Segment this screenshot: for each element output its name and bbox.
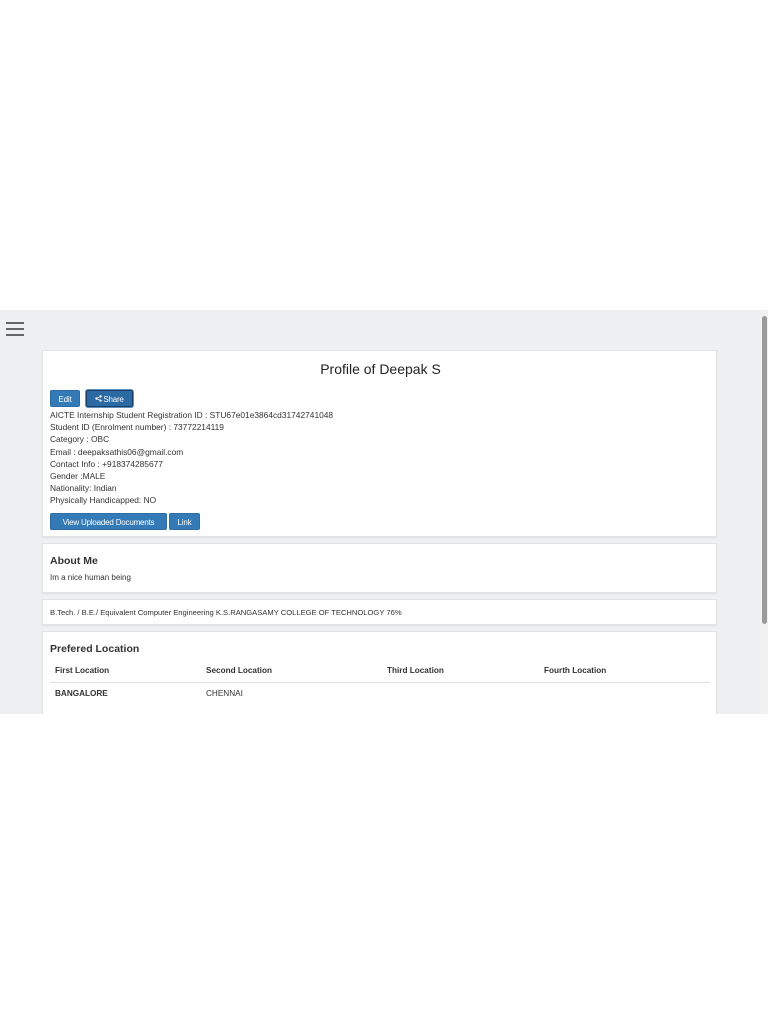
email: Email : deepaksathis06@gmail.com	[50, 446, 184, 457]
first-location-value: BANGALORE	[55, 689, 108, 698]
location-table: First Location Second Location Third Loc…	[50, 662, 710, 703]
education-text: B.Tech. / B.E./ Equivalent Computer Engi…	[50, 608, 402, 617]
view-uploaded-documents-button[interactable]: View Uploaded Documents	[50, 513, 167, 530]
table-header-row: First Location Second Location Third Loc…	[50, 662, 710, 683]
page-title: Profile of Deepak S	[320, 361, 441, 377]
share-label: Share	[103, 395, 124, 404]
preferred-location-title: Prefered Location	[50, 643, 140, 655]
about-title: About Me	[50, 555, 98, 567]
page-viewport: Profile of Deepak S Edit Share AICTE Int…	[0, 310, 768, 714]
link-button[interactable]: Link	[169, 513, 200, 530]
category: Category : OBC	[50, 434, 110, 445]
header-second-location: Second Location	[206, 666, 272, 675]
header-first-location: First Location	[55, 666, 110, 675]
about-card: About Me Im a nice human being	[42, 543, 717, 593]
profile-card: Profile of Deepak S Edit Share AICTE Int…	[42, 350, 717, 537]
gender: Gender :MALE	[50, 471, 106, 482]
hamburger-menu-icon[interactable]	[6, 322, 24, 338]
education-card: B.Tech. / B.E./ Equivalent Computer Engi…	[42, 599, 717, 625]
share-icon	[95, 391, 103, 408]
about-text: Im a nice human being	[50, 573, 131, 582]
table-row: BANGALORE CHENNAI	[50, 683, 710, 703]
registration-id: AICTE Internship Student Registration ID…	[50, 410, 334, 420]
scrollbar-thumb[interactable]	[762, 316, 767, 624]
student-id: Student ID (Enrolment number) : 73772214…	[50, 422, 224, 433]
edit-button[interactable]: Edit	[50, 390, 80, 407]
profile-info: AICTE Internship Student Registration ID…	[50, 409, 333, 507]
share-button[interactable]: Share	[86, 390, 133, 407]
nationality: Nationality: Indian	[50, 483, 117, 494]
header-fourth-location: Fourth Location	[544, 666, 607, 675]
second-location-value: CHENNAI	[206, 689, 243, 698]
contact-info: Contact Info : +918374285677	[50, 458, 163, 469]
header-third-location: Third Location	[387, 666, 444, 675]
physically-handicapped: Physically Handicapped: NO	[50, 495, 157, 506]
preferred-location-card: Prefered Location First Location Second …	[42, 631, 717, 714]
scrollbar[interactable]	[760, 310, 768, 714]
